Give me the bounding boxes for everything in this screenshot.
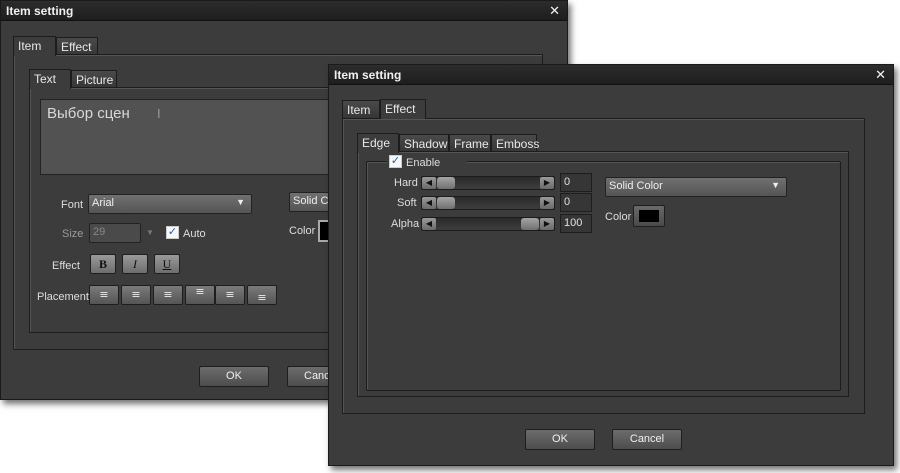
text-input[interactable]: Выбор сцен I — [40, 99, 335, 175]
alpha-slider[interactable]: ◀ ▶ — [421, 217, 555, 231]
tab-label: Emboss — [496, 137, 540, 151]
soft-label: Soft — [397, 197, 417, 209]
item-setting-window-front: Item setting ✕ Item Effect Edge Shadow F… — [328, 64, 894, 466]
font-value: Arial — [92, 197, 115, 209]
chevron-down-icon: ▼ — [771, 180, 780, 190]
slider-left-arrow-icon[interactable]: ◀ — [422, 197, 436, 209]
tab-picture[interactable]: Picture — [71, 70, 117, 88]
slider-thumb[interactable] — [521, 218, 539, 230]
hard-slider[interactable]: ◀ ▶ — [421, 176, 555, 190]
ok-button[interactable]: OK — [199, 366, 269, 387]
effect-label: Effect — [52, 260, 80, 272]
fill-type-select[interactable]: Solid Color ▼ — [605, 177, 787, 197]
alpha-value: 100 — [564, 217, 583, 229]
text-cursor-icon: I — [157, 106, 161, 121]
color-label: Color — [289, 225, 316, 237]
hard-value: 0 — [564, 176, 571, 188]
window-title: Item setting — [334, 68, 402, 82]
align-middle-left-button[interactable]: ≡ — [185, 285, 215, 305]
align-top-left-button[interactable]: ≡ — [89, 285, 119, 305]
tab-effect[interactable]: Effect — [380, 99, 426, 119]
tab-item[interactable]: Item — [342, 100, 380, 118]
slider-thumb[interactable] — [437, 197, 455, 209]
tab-effect[interactable]: Effect — [56, 37, 98, 55]
enable-checkbox[interactable]: ✓ — [389, 155, 402, 168]
color-label: Color — [605, 211, 632, 223]
chevron-down-icon: ▼ — [236, 197, 245, 207]
title-bar[interactable]: Item setting ✕ — [1, 1, 567, 21]
tab-label: Picture — [76, 73, 114, 87]
italic-button[interactable]: I — [122, 254, 148, 274]
enable-label: Enable — [406, 157, 441, 169]
ok-button[interactable]: OK — [525, 429, 595, 450]
text-value: Выбор сцен — [47, 105, 130, 122]
slider-left-arrow-icon[interactable]: ◀ — [422, 177, 436, 189]
color-swatch-fill — [639, 210, 659, 222]
slider-right-arrow-icon[interactable]: ▶ — [540, 218, 554, 230]
chevron-down-icon: ▼ — [146, 228, 154, 237]
auto-label: Auto — [183, 228, 206, 240]
size-value: 29 — [93, 226, 106, 238]
slider-right-arrow-icon[interactable]: ▶ — [540, 177, 554, 189]
fill-value: Solid Color — [609, 180, 663, 192]
cancel-button[interactable]: Cance — [287, 366, 336, 387]
close-icon[interactable]: ✕ — [549, 3, 560, 19]
italic-label: I — [133, 257, 137, 271]
tab-label: Effect — [385, 102, 416, 116]
title-bar[interactable]: Item setting ✕ — [329, 65, 893, 85]
ok-label: OK — [552, 433, 568, 445]
cancel-button[interactable]: Cancel — [612, 429, 682, 450]
cancel-label: Cancel — [629, 433, 665, 445]
hard-label: Hard — [394, 177, 418, 189]
hard-value-field[interactable]: 0 — [560, 173, 592, 192]
size-label: Size — [62, 228, 84, 240]
bold-button[interactable]: B — [90, 254, 116, 274]
align-bottom-button[interactable]: ≡ — [247, 285, 277, 305]
underline-button[interactable]: U — [154, 254, 180, 274]
bold-label: B — [98, 257, 107, 271]
align-middle-center-button[interactable]: ≡ — [215, 285, 245, 305]
soft-slider[interactable]: ◀ ▶ — [421, 196, 555, 210]
tab-label: Frame — [454, 137, 489, 151]
alpha-label: Alpha — [391, 218, 420, 230]
tab-label: Shadow — [404, 137, 448, 151]
underline-label: U — [162, 257, 172, 271]
soft-value: 0 — [564, 196, 571, 208]
tab-frame[interactable]: Frame — [449, 134, 491, 152]
font-label: Font — [61, 199, 84, 211]
size-select[interactable]: 29 — [89, 223, 141, 243]
tab-label: Text — [34, 72, 57, 86]
font-select[interactable]: Arial ▼ — [88, 194, 252, 214]
align-top-right-button[interactable]: ≡ — [153, 285, 183, 305]
slider-thumb[interactable] — [437, 177, 455, 189]
window-title: Item setting — [6, 4, 74, 18]
tab-shadow[interactable]: Shadow — [399, 134, 449, 152]
placement-label: Placement — [37, 291, 89, 303]
tab-item[interactable]: Item — [13, 36, 56, 56]
slider-right-arrow-icon[interactable]: ▶ — [540, 197, 554, 209]
color-swatch[interactable] — [633, 205, 665, 227]
tab-label: Edge — [362, 136, 391, 150]
align-top-center-button[interactable]: ≡ — [121, 285, 151, 305]
tab-label: Effect — [61, 40, 92, 54]
tab-edge[interactable]: Edge — [357, 133, 399, 153]
tab-emboss[interactable]: Emboss — [491, 134, 540, 152]
auto-checkbox[interactable]: ✓ — [166, 226, 179, 239]
tab-label: Item — [347, 103, 371, 117]
tab-label: Item — [18, 39, 42, 53]
slider-left-arrow-icon[interactable]: ◀ — [422, 218, 436, 230]
tab-text[interactable]: Text — [29, 69, 71, 89]
close-icon[interactable]: ✕ — [875, 67, 886, 83]
soft-value-field[interactable]: 0 — [560, 193, 592, 212]
alpha-value-field[interactable]: 100 — [560, 214, 592, 233]
ok-label: OK — [226, 370, 242, 382]
